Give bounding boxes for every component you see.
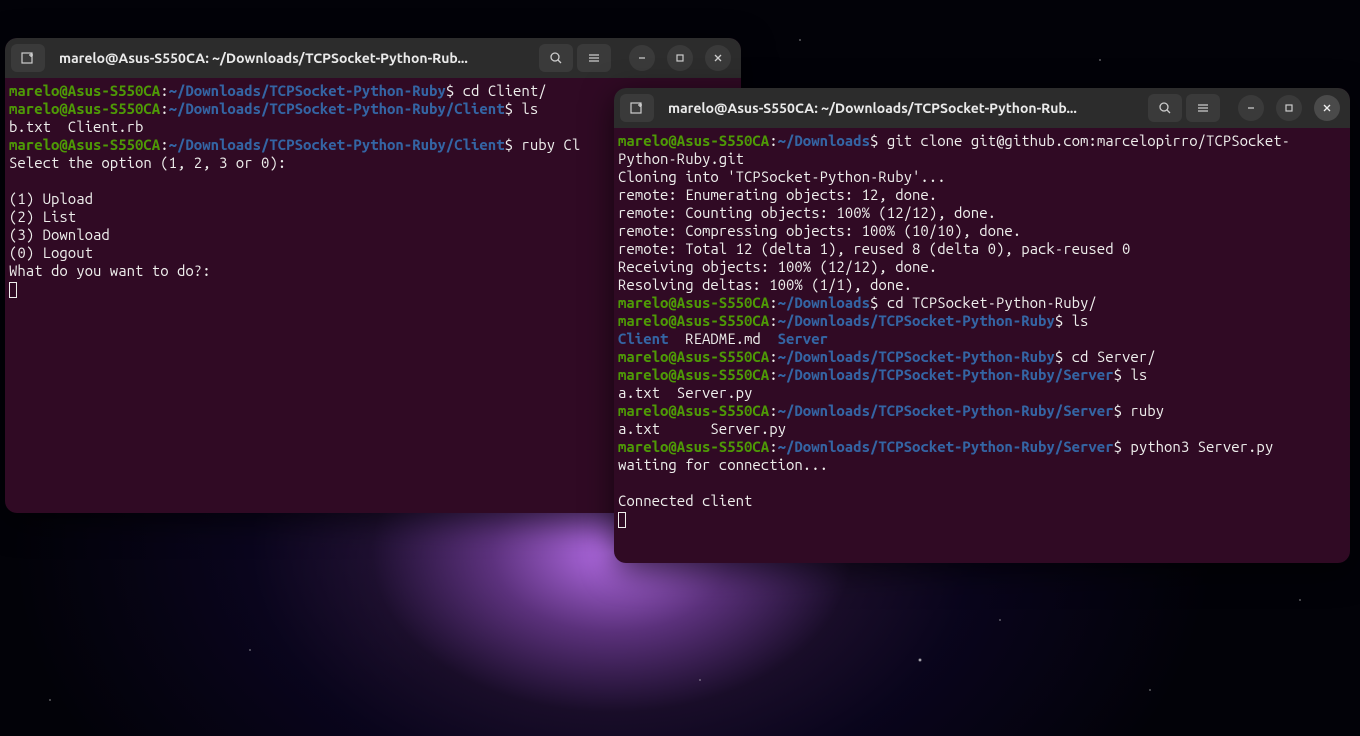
menu-option: (3) Download [9, 226, 110, 243]
menu-button[interactable] [577, 44, 611, 72]
cursor-icon [9, 282, 17, 298]
window-title: marelo@Asus-S550CA: ~/Downloads/TCPSocke… [658, 100, 1144, 116]
menu-option: (2) List [9, 208, 76, 225]
output-line: a.txt Server.py [618, 384, 752, 401]
output-line: remote: Counting objects: 100% (12/12), … [618, 204, 996, 221]
output-line: Connected client [618, 492, 752, 509]
search-button[interactable] [539, 44, 573, 72]
output-line: remote: Compressing objects: 100% (10/10… [618, 222, 1021, 239]
output-line: Cloning into 'TCPSocket-Python-Ruby'... [618, 168, 946, 185]
directory-name: Server [778, 330, 828, 347]
menu-button[interactable] [1186, 94, 1220, 122]
directory-name: Client [618, 330, 668, 347]
prompt-path: ~/Downloads/TCPSocket-Python-Ruby [169, 82, 446, 99]
maximize-button[interactable] [1276, 95, 1302, 121]
command: $ git clone git@github.com:marcelopirro/… [870, 132, 1290, 149]
prompt-user: marelo@Asus-S550CA [9, 82, 160, 99]
output-line: remote: Total 12 (delta 1), reused 8 (de… [618, 240, 1130, 257]
window-title: marelo@Asus-S550CA: ~/Downloads/TCPSocke… [49, 50, 535, 66]
new-tab-button[interactable] [620, 94, 654, 122]
cursor-icon [618, 512, 626, 528]
prompt-question: What do you want to do?: [9, 262, 211, 279]
output-line: Resolving deltas: 100% (1/1), done. [618, 276, 912, 293]
minimize-button[interactable] [1238, 95, 1264, 121]
prompt-user: marelo@Asus-S550CA [618, 132, 769, 149]
output-line: remote: Enumerating objects: 12, done. [618, 186, 937, 203]
maximize-button[interactable] [667, 45, 693, 71]
new-tab-button[interactable] [11, 44, 45, 72]
output-line: a.txt Server.py [618, 420, 786, 437]
search-button[interactable] [1148, 94, 1182, 122]
output-line: Receiving objects: 100% (12/12), done. [618, 258, 937, 275]
menu-option: (1) Upload [9, 190, 93, 207]
prompt-path: ~/Downloads [778, 132, 870, 149]
close-button[interactable] [1314, 95, 1340, 121]
command: $ cd Client/ [446, 82, 547, 99]
output-line: b.txt Client.rb [9, 118, 143, 135]
close-button[interactable] [705, 45, 731, 71]
output-line: waiting for connection... [618, 456, 828, 473]
menu-option: (0) Logout [9, 244, 93, 261]
titlebar: marelo@Asus-S550CA: ~/Downloads/TCPSocke… [5, 38, 741, 78]
terminal-content[interactable]: marelo@Asus-S550CA:~/Downloads$ git clon… [614, 128, 1350, 563]
titlebar: marelo@Asus-S550CA: ~/Downloads/TCPSocke… [614, 88, 1350, 128]
minimize-button[interactable] [629, 45, 655, 71]
terminal-window-server[interactable]: marelo@Asus-S550CA: ~/Downloads/TCPSocke… [614, 88, 1350, 563]
